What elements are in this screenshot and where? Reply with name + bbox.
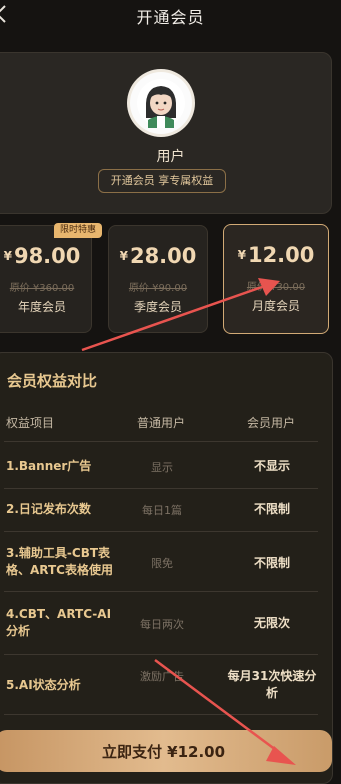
avatar <box>130 72 192 134</box>
column-header: 会员用户 <box>247 416 296 430</box>
plan-original-price: 原价 ¥90.00 <box>128 283 188 294</box>
pay-now-button[interactable]: 立即支付 ¥12.00 <box>0 730 332 772</box>
divider <box>4 441 318 442</box>
divider <box>4 531 318 532</box>
pay-button-label: 立即支付 ¥12.00 <box>101 743 226 761</box>
table-row-member: 不限制 <box>253 502 290 516</box>
plan-label: 季度会员 <box>133 300 182 314</box>
plan-card-monthly[interactable]: ¥12.00 原价 ¥30.00 月度会员 <box>223 224 329 334</box>
table-row-name: 4.CBT、ARTC-AI分析 <box>6 607 112 638</box>
plan-price: ¥12.00 <box>237 243 315 267</box>
column-header: 权益项目 <box>6 416 55 430</box>
compare-title: 会员权益对比 <box>7 372 98 390</box>
plan-price: ¥98.00 <box>3 244 81 268</box>
member-tagline: 开通会员 享专属权益 <box>98 169 226 193</box>
table-row-normal: 显示 <box>151 461 173 474</box>
column-header: 普通用户 <box>137 416 186 430</box>
avatar-girl-icon <box>137 79 185 128</box>
table-row-member: 不限制 <box>253 556 290 570</box>
table-row-name: 3.辅助工具-CBT表格、ARTC表格使用 <box>6 546 113 577</box>
table-row-name: 5.AI状态分析 <box>6 678 81 692</box>
table-row-member: 无限次 <box>253 616 290 630</box>
table-row-normal: 激励广告 <box>140 670 184 683</box>
divider <box>4 488 318 489</box>
top-bar: 开通会员 <box>0 0 341 30</box>
divider <box>4 714 318 715</box>
table-row-name: 2.日记发布次数 <box>6 502 91 516</box>
divider <box>4 591 318 592</box>
table-row-normal: 每日1篇 <box>142 504 182 517</box>
table-row-member: 不显示 <box>253 459 290 473</box>
table-row-normal: 每日两次 <box>140 618 184 631</box>
table-row-name: 1.Banner广告 <box>6 459 92 473</box>
table-row-member: 每月31次快速分析 <box>227 669 317 700</box>
plan-card-quarterly[interactable]: ¥28.00 原价 ¥90.00 季度会员 <box>108 225 208 333</box>
plan-price: ¥28.00 <box>119 244 197 268</box>
page-title: 开通会员 <box>136 8 205 27</box>
plan-original-price: 原价 ¥360.00 <box>9 283 75 294</box>
plan-label: 年度会员 <box>17 300 66 314</box>
table-row-normal: 限免 <box>151 557 173 570</box>
username: 用户 <box>156 149 185 165</box>
discount-badge: 限时特惠 <box>54 223 102 238</box>
plan-label: 月度会员 <box>251 299 300 313</box>
divider <box>4 654 318 655</box>
plan-card-yearly[interactable]: ¥98.00 原价 ¥360.00 年度会员 <box>0 225 92 333</box>
plan-original-price: 原价 ¥30.00 <box>246 282 306 293</box>
